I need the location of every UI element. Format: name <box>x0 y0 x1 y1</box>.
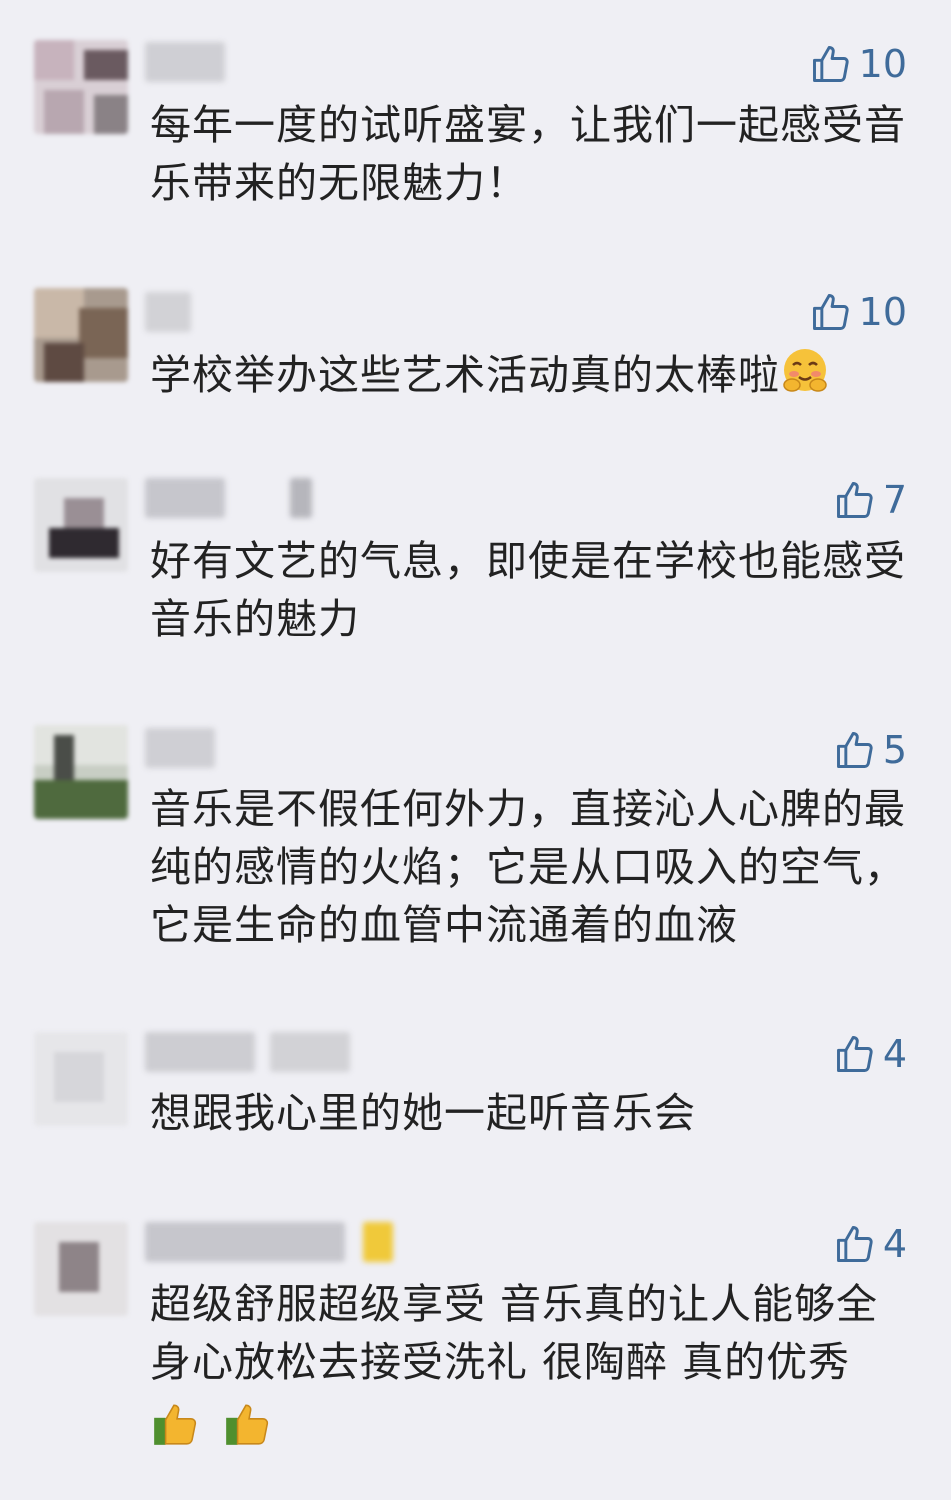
thumbs-up-icon <box>836 1036 873 1072</box>
like-button[interactable]: 10 <box>809 42 907 86</box>
avatar[interactable] <box>34 1222 128 1316</box>
comment-text: 每年一度的试听盛宴，让我们一起感受音乐带来的无限魅力！ <box>150 101 906 207</box>
comment-text: 想跟我心里的她一起听音乐会 <box>150 1089 696 1137</box>
username-blurred[interactable] <box>145 292 191 332</box>
emoji-row <box>150 1397 910 1464</box>
comment-text: 好有文艺的气息，即使是在学校也能感受音乐的魅力 <box>150 537 906 643</box>
like-button[interactable]: 10 <box>809 290 907 334</box>
username-blurred[interactable] <box>145 478 325 518</box>
thumbs-up-icon <box>836 482 873 518</box>
like-button[interactable]: 4 <box>833 1222 907 1266</box>
like-count: 4 <box>882 1222 907 1266</box>
username-blurred[interactable] <box>145 728 215 768</box>
username-blurred[interactable] <box>145 1032 375 1072</box>
like-count: 5 <box>882 728 907 772</box>
like-count: 10 <box>858 42 907 86</box>
comment-text-body: 学校举办这些艺术活动真的太棒啦 <box>150 351 780 399</box>
thumbs-up-icon <box>812 294 849 330</box>
like-count: 4 <box>882 1032 907 1076</box>
thumbs-up-emoji-icon <box>154 1404 197 1445</box>
thumbs-up-icon <box>836 732 873 768</box>
avatar[interactable] <box>34 725 128 819</box>
avatar[interactable] <box>34 478 128 572</box>
username-blurred[interactable] <box>145 1222 405 1262</box>
avatar[interactable] <box>34 40 128 134</box>
like-button[interactable]: 5 <box>833 728 907 772</box>
like-count: 10 <box>858 290 907 334</box>
thumbs-up-icon <box>812 46 849 82</box>
comment-text-body: 超级舒服超级享受 音乐真的让人能够全身心放松去接受洗礼 很陶醉 真的优秀 <box>150 1280 879 1386</box>
avatar[interactable] <box>34 288 128 382</box>
comment-text: 音乐是不假任何外力，直接沁人心脾的最纯的感情的火焰；它是从口吸入的空气，它是生命… <box>150 785 906 949</box>
thumbs-up-icon <box>836 1226 873 1262</box>
like-button[interactable]: 7 <box>833 478 907 522</box>
thumbs-up-emoji-icon <box>226 1404 269 1445</box>
like-button[interactable]: 4 <box>833 1032 907 1076</box>
like-count: 7 <box>882 478 907 522</box>
comment-text: 超级舒服超级享受 音乐真的让人能够全身心放松去接受洗礼 很陶醉 真的优秀 <box>150 1275 910 1464</box>
comment-text: 学校举办这些艺术活动真的太棒啦 <box>150 345 910 404</box>
username-blurred[interactable] <box>145 42 225 82</box>
avatar[interactable] <box>34 1032 128 1126</box>
blush-hug-emoji-icon <box>783 349 827 392</box>
